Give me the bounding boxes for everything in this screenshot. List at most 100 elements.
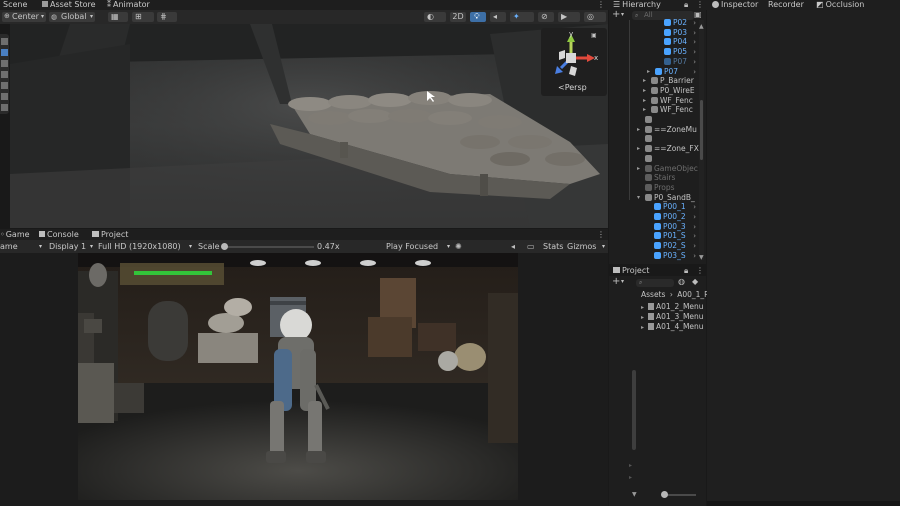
lighting-toggle-button[interactable]: 💡︎ — [470, 12, 486, 22]
tab-project[interactable]: Project — [613, 266, 649, 276]
persp-label[interactable]: <Persp — [558, 83, 587, 92]
grid-snap-button[interactable]: ▦ — [108, 12, 128, 22]
display-dropdown[interactable]: Display 1 ▾ — [49, 242, 93, 252]
project-search-input[interactable]: ⌕ — [636, 279, 674, 287]
game-menu-icon[interactable]: ⋮ — [597, 230, 605, 240]
hierarchy-item[interactable]: P00_1 › — [654, 202, 700, 212]
screenshot-icon[interactable]: ▭ — [527, 242, 535, 252]
stats-button[interactable]: Stats — [543, 242, 563, 252]
hierarchy-item[interactable]: P03 › — [664, 28, 700, 38]
lock-icon[interactable]: 🔒︎ — [684, 0, 688, 10]
chevron-right-icon[interactable]: › — [693, 47, 696, 57]
move-tool-icon[interactable] — [1, 49, 8, 56]
project-menu-icon[interactable]: ⋮ — [696, 266, 704, 276]
hierarchy-item[interactable]: GameObjec — [645, 164, 700, 174]
breadcrumb-folder[interactable]: A00_1_R — [677, 290, 709, 299]
scene-viewport[interactable] — [10, 24, 608, 228]
scene-menu-icon[interactable]: ⋮ — [597, 0, 605, 10]
play-mode-dropdown[interactable]: Play Focused ▾ — [386, 242, 450, 252]
custom-tool-icon[interactable] — [1, 104, 8, 111]
lock-icon[interactable]: 🔒︎ — [684, 266, 688, 276]
chevron-right-icon[interactable]: › — [693, 67, 696, 77]
hierarchy-item[interactable]: WF_Fenc — [651, 96, 700, 106]
hierarchy-item[interactable]: P0_SandB_ — [645, 193, 700, 203]
tab-project-bottom[interactable]: Project — [92, 230, 128, 240]
tab-occlusion[interactable]: ◩ Occlusion — [816, 0, 864, 10]
hierarchy-item[interactable]: ==ZoneMu — [645, 125, 700, 135]
toolbar-extra-button[interactable]: ⋕ — [157, 12, 177, 22]
chevron-right-icon[interactable]: › — [693, 231, 696, 241]
scale-slider-track[interactable] — [222, 246, 314, 248]
hierarchy-item[interactable]: P00_3 › — [654, 222, 700, 232]
search-by-label-icon[interactable]: ◆ — [692, 277, 698, 287]
frame-debugger-icon[interactable]: ◂ — [511, 242, 515, 252]
hierarchy-item[interactable]: P02 › — [664, 18, 700, 28]
chevron-right-icon[interactable]: › — [693, 202, 696, 212]
hierarchy-item[interactable] — [645, 154, 700, 164]
foldout-closed-icon[interactable]: ▸ — [641, 304, 644, 311]
hierarchy-scroll-thumb[interactable] — [700, 100, 703, 160]
hierarchy-item[interactable]: P04 › — [664, 37, 700, 47]
foldout-closed-icon[interactable]: ▸ — [641, 314, 644, 321]
foldout-closed-icon[interactable]: ▸ — [641, 324, 644, 331]
game-render[interactable] — [78, 253, 518, 500]
game-view-dropdown[interactable]: ame ▾ — [0, 242, 42, 252]
foldout-closed-icon[interactable]: ▸ — [643, 87, 646, 94]
icon-size-slider-handle[interactable] — [661, 491, 668, 498]
tab-game[interactable]: ◦Game — [0, 230, 30, 240]
tab-inspector[interactable]: Inspector — [712, 0, 758, 10]
lock-icon[interactable]: ▣ — [591, 32, 597, 39]
hierarchy-item[interactable]: P05 › — [664, 47, 700, 57]
hierarchy-item[interactable]: WF_Fenc — [651, 105, 700, 115]
hierarchy-item[interactable]: Props — [645, 183, 700, 193]
hierarchy-item[interactable]: Stairs — [645, 173, 700, 183]
scale-tool-icon[interactable] — [1, 71, 8, 78]
foldout-closed-icon[interactable]: ▸ — [637, 165, 640, 172]
breadcrumb-root[interactable]: Assets — [641, 290, 665, 299]
folder-tree-scrollbar[interactable] — [632, 370, 636, 450]
chevron-right-icon[interactable]: › — [693, 222, 696, 232]
foldout-open-icon[interactable]: ▾ — [637, 194, 640, 201]
chevron-right-icon[interactable]: › — [693, 57, 696, 67]
tab-animator[interactable]: ⁑ Animator — [107, 0, 150, 10]
draw-mode-button[interactable]: ◐ — [424, 12, 446, 22]
orientation-gizmo[interactable]: y x ▣ <Persp — [541, 28, 607, 96]
scroll-down-icon[interactable]: ▼ — [632, 491, 637, 498]
hierarchy-item[interactable]: ==Zone_FX — [645, 144, 700, 154]
audio-mute-icon[interactable]: ✺ — [455, 242, 462, 252]
chevron-right-icon[interactable]: › — [693, 251, 696, 261]
hierarchy-item[interactable]: P02_S › — [654, 241, 700, 251]
rotate-tool-icon[interactable] — [1, 60, 8, 67]
chevron-down-icon[interactable]: ▾ — [621, 277, 624, 287]
chevron-right-icon[interactable]: › — [693, 28, 696, 38]
tab-console[interactable]: Console — [39, 230, 79, 240]
foldout-closed-icon[interactable]: ▸ — [637, 145, 640, 152]
chevron-right-icon[interactable]: › — [693, 212, 696, 222]
foldout-closed-icon[interactable]: ▸ — [643, 106, 646, 113]
hierarchy-item[interactable]: P07 › — [655, 67, 700, 77]
hierarchy-item[interactable]: P07 › — [664, 57, 700, 67]
rect-tool-icon[interactable] — [1, 82, 8, 89]
scale-slider-handle[interactable] — [221, 243, 228, 250]
create-asset-button[interactable]: + — [612, 277, 620, 287]
foldout-closed-icon[interactable]: ▸ — [643, 97, 646, 104]
hierarchy-item[interactable]: P00_2 › — [654, 212, 700, 222]
project-asset-item[interactable]: ▸ A01_4_Menu — [641, 322, 705, 332]
visibility-toggle-button[interactable]: ⊘ — [538, 12, 554, 22]
chevron-right-icon[interactable]: › — [693, 37, 696, 47]
hand-tool-icon[interactable] — [1, 38, 8, 45]
tab-recorder[interactable]: Recorder — [768, 0, 804, 10]
pivot-global-dropdown[interactable]: ◍ Global ▾ — [49, 12, 95, 22]
pivot-center-dropdown[interactable]: ⊕ Center ▾ — [2, 12, 46, 22]
gizmos-dropdown-game[interactable]: Gizmos ▾ — [567, 242, 605, 252]
transform-tool-icon[interactable] — [1, 93, 8, 100]
hierarchy-item[interactable] — [645, 134, 700, 144]
gizmos-dropdown[interactable]: ◎ — [584, 12, 606, 22]
increment-snap-button[interactable]: ⊞ — [132, 12, 154, 22]
tab-asset-store[interactable]: Asset Store — [42, 0, 96, 10]
chevron-down-icon[interactable]: ▾ — [621, 10, 624, 20]
hierarchy-item[interactable]: P0_WireE — [651, 86, 700, 96]
hierarchy-item[interactable]: P01_S › — [654, 231, 700, 241]
project-asset-item[interactable]: ▸ A01_3_Menu — [641, 312, 705, 322]
chevron-right-icon[interactable]: › — [693, 241, 696, 251]
